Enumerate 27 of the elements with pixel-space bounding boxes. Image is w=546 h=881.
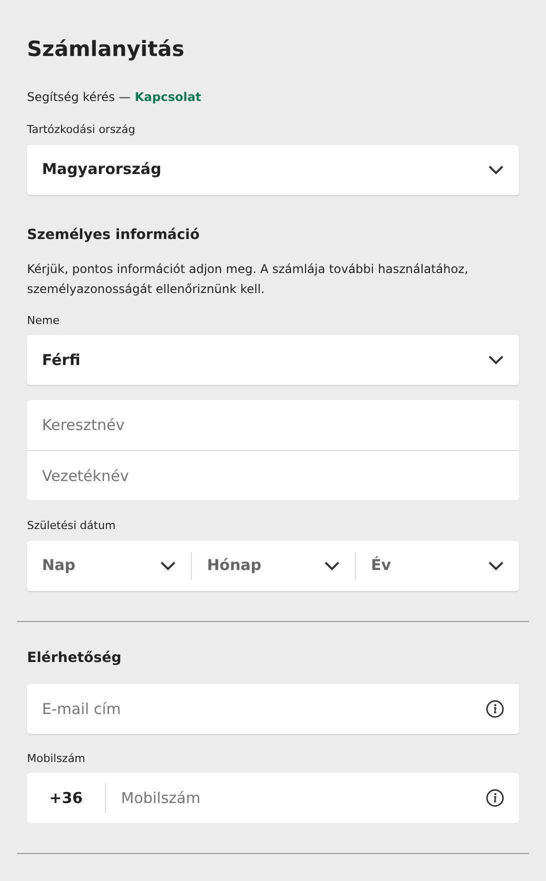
info-icon[interactable]	[486, 789, 504, 807]
email-input[interactable]: E-mail cím	[27, 684, 519, 734]
field-label: Tartózkodási ország	[27, 122, 136, 138]
section-heading: Személyes információ	[27, 226, 201, 244]
date-select[interactable]: Hónap	[192, 540, 355, 590]
chevron-down-icon	[488, 355, 504, 365]
name-input[interactable]: Vezetéknév	[27, 450, 519, 500]
field-label: Születési dátum	[27, 518, 117, 534]
help-text: Segítség kérés —	[27, 89, 131, 106]
chevron-down-icon	[324, 560, 340, 570]
date-select[interactable]: Nap	[27, 540, 191, 590]
name-input[interactable]: Keresztnév	[27, 400, 519, 450]
field-label: Neme	[27, 312, 60, 328]
field-label: Mobilszám	[27, 750, 86, 766]
chevron-down-icon	[488, 164, 504, 174]
country-select[interactable]: Magyarország	[27, 144, 519, 194]
section-description: Kérjük, pontos információt adjon meg. A számlája további használatához, személyazonosságát ellenőriznünk kell.	[27, 260, 470, 298]
date-select[interactable]: Év	[356, 540, 519, 590]
gender-select[interactable]: Férfi	[27, 335, 519, 385]
country-code: +36	[27, 773, 105, 823]
contact-link[interactable]: Kapcsolat	[134, 88, 202, 106]
page-title: Számlanyitás	[27, 36, 186, 63]
chevron-down-icon	[488, 560, 504, 570]
info-icon[interactable]	[486, 700, 504, 718]
section-heading: Elérhetőség	[27, 648, 122, 668]
chevron-down-icon	[160, 560, 176, 570]
mobile-input[interactable]: Mobilszám	[106, 773, 519, 823]
